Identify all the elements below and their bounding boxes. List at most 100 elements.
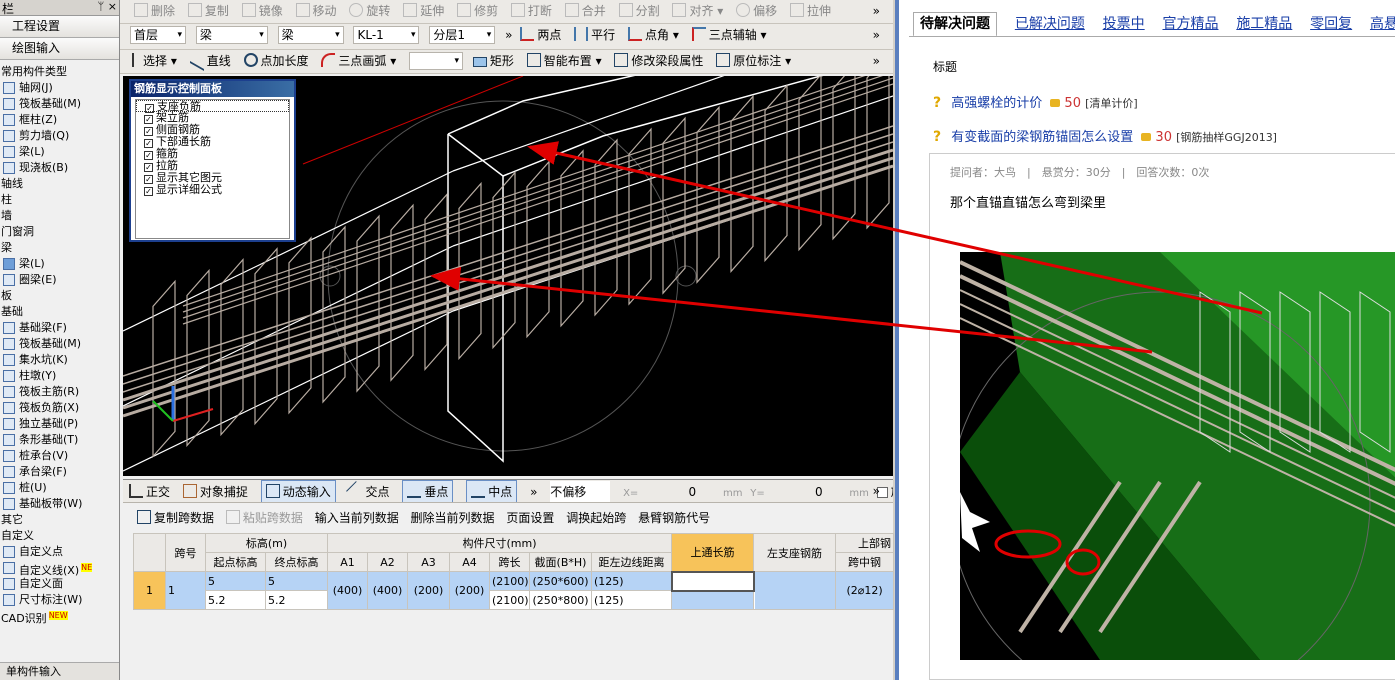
tab-zero-replies[interactable]: 零回复 — [1310, 13, 1352, 35]
checkbox-checked-icon[interactable]: ✓ — [144, 187, 153, 196]
arc-option-select[interactable] — [409, 52, 464, 70]
toolbar3-overflow-icon[interactable]: » — [873, 50, 880, 72]
rebar-checkbox-row[interactable]: ✓ 显示详细公式 — [136, 184, 289, 196]
cell-edge-distance[interactable]: (125) — [590, 571, 673, 591]
checkbox-checked-icon[interactable]: ✓ — [144, 163, 153, 172]
checkbox-checked-icon[interactable]: ✓ — [144, 151, 153, 160]
3d-rebar-viewport[interactable]: 钢筋显示控制面板 ✓ 支座负筋 ✓ 架立筋 ✓ 侧面钢筋 ✓ 下部通长筋 ✓ 箍筋 ✓ 拉筋 ✓ 显示其它… — [123, 76, 893, 476]
align-button[interactable]: 对齐 ▾ — [672, 0, 723, 22]
perpendicular-snap-button[interactable]: 垂点 — [402, 480, 454, 502]
question-tag[interactable]: [清单计价] — [1085, 97, 1138, 110]
y-offset-input[interactable]: 0 — [771, 481, 837, 502]
cell-end-elevation-2[interactable]: 5.2 — [265, 590, 328, 610]
modify-beam-segment-button[interactable]: 修改梁段属性 — [614, 50, 703, 72]
tree-item[interactable]: 自定义面 — [0, 576, 119, 592]
tree-item[interactable]: 桩(U) — [0, 480, 119, 496]
break-button[interactable]: 打断 — [510, 0, 552, 22]
tree-item[interactable]: 集水坑(K) — [0, 352, 119, 368]
tree-category[interactable]: 柱 — [0, 192, 119, 208]
tree-category[interactable]: 基础 — [0, 304, 119, 320]
checkbox-checked-icon[interactable]: ✓ — [144, 175, 153, 184]
cell-start-elevation[interactable]: 5 — [205, 571, 266, 591]
project-settings-button[interactable]: 工程设置 — [0, 16, 119, 38]
tree-category[interactable]: 轴线 — [0, 176, 119, 192]
cell-a4[interactable]: (200) — [449, 571, 490, 610]
cell-span-length[interactable]: (2100) — [489, 571, 530, 591]
cell-end-elevation[interactable]: 5 — [265, 571, 328, 591]
tab-pending[interactable]: 待解决问题 — [913, 12, 997, 37]
question-item[interactable]: ? 高强螺栓的计价 50 [清单计价] — [933, 92, 1138, 111]
tab-solved[interactable]: 已解决问题 — [1015, 13, 1085, 35]
drawing-input-button[interactable]: 绘图输入 — [0, 38, 119, 60]
cell-span-number[interactable]: 1 — [165, 571, 206, 610]
three-point-arc-button[interactable]: 三点画弧 ▾ — [321, 50, 396, 72]
cell-span-length-2[interactable]: (2100) — [489, 590, 530, 610]
tree-item[interactable]: 基础板带(W) — [0, 496, 119, 512]
tree-category[interactable]: 梁 — [0, 240, 119, 256]
tree-category[interactable]: 墙 — [0, 208, 119, 224]
tree-item[interactable]: 筏板负筋(X) — [0, 400, 119, 416]
merge-button[interactable]: 合并 — [564, 0, 606, 22]
type-select[interactable]: 梁 — [277, 26, 344, 44]
select-button[interactable]: 选择 ▾ — [132, 50, 177, 72]
tab-high-reward[interactable]: 高悬 — [1370, 13, 1395, 35]
rotate-button[interactable]: 旋转 — [349, 0, 390, 22]
tree-item[interactable]: 梁(L) — [0, 256, 119, 272]
single-component-input-tab[interactable]: 单构件输入 — [0, 662, 119, 680]
ortho-button[interactable]: 正交 — [129, 481, 170, 502]
x-offset-input[interactable]: 0 — [644, 481, 710, 502]
line-button[interactable]: 直线 — [189, 50, 231, 72]
tree-item[interactable]: 独立基础(P) — [0, 416, 119, 432]
tab-official-picks[interactable]: 官方精品 — [1162, 13, 1218, 35]
cell-a2[interactable]: (400) — [367, 571, 408, 610]
col-header-top-through-bar[interactable]: 上通长筋 — [671, 533, 755, 572]
cell-a1[interactable]: (400) — [327, 571, 368, 610]
checkbox-checked-icon[interactable]: ✓ — [144, 139, 153, 148]
tree-item[interactable]: 自定义线(X) NE — [0, 560, 119, 577]
in-place-annotation-button[interactable]: 原位标注 ▾ — [716, 50, 791, 72]
tree-category[interactable]: 自定义 — [0, 528, 119, 544]
point-angle-button[interactable]: 点角 ▾ — [628, 24, 679, 46]
cell-mid-span-bar[interactable]: (2⌀12) — [835, 571, 895, 610]
move-button[interactable]: 移动 — [295, 0, 337, 22]
cell-top-through-bar-active[interactable] — [670, 570, 755, 592]
tree-category[interactable]: 门窗洞 — [0, 224, 119, 240]
overflow-chevron-icon[interactable]: » — [505, 24, 512, 46]
tree-category[interactable]: 常用构件类型 — [0, 64, 119, 80]
question-item[interactable]: ? 有变截面的梁钢筋锚固怎么设置 30 [钢筋抽样GGJ2013] — [933, 126, 1277, 145]
page-setup-button[interactable]: 页面设置 — [506, 506, 554, 530]
element-select[interactable]: KL-1 — [353, 26, 420, 44]
cell-top-through-bar-2[interactable] — [671, 590, 755, 610]
midpoint-snap-button[interactable]: 中点 — [466, 480, 518, 502]
cell-a3[interactable]: (200) — [407, 571, 450, 610]
category-select[interactable]: 梁 — [195, 26, 268, 44]
checkbox-checked-icon[interactable]: ✓ — [144, 115, 153, 124]
tree-item[interactable]: 圈梁(E) — [0, 272, 119, 288]
trim-button[interactable]: 修剪 — [457, 0, 498, 22]
tree-item[interactable]: 梁(L) — [0, 144, 119, 160]
delete-column-data-button[interactable]: 删除当前列数据 — [411, 506, 495, 530]
tree-item[interactable]: 现浇板(B) — [0, 160, 119, 176]
panel-controls[interactable]: ᛘ × — [98, 0, 117, 13]
parallel-axis-button[interactable]: 平行 — [574, 24, 615, 46]
tree-category[interactable]: 其它 — [0, 512, 119, 528]
snap-bar-overflow-icon[interactable]: » — [873, 480, 880, 502]
stretch-button[interactable]: 拉伸 — [789, 0, 831, 22]
three-point-axis-button[interactable]: 三点辅轴 ▾ — [691, 24, 767, 46]
object-snap-button[interactable]: 对象捕捉 — [182, 481, 248, 502]
cell-start-elevation-2[interactable]: 5.2 — [205, 590, 266, 610]
question-title[interactable]: 有变截面的梁钢筋锚固怎么设置 — [951, 130, 1133, 145]
delete-button[interactable]: 删除 — [134, 0, 175, 22]
cell-edge-distance-2[interactable]: (125) — [590, 590, 673, 610]
cell-left-support-bar[interactable] — [753, 571, 837, 610]
question-tag[interactable]: [钢筋抽样GGJ2013] — [1176, 131, 1277, 144]
tree-category[interactable]: CAD识别 NEW — [0, 608, 119, 625]
beam-span-grid[interactable]: 跨号 标高(m) 构件尺寸(mm) 上通长筋 左支座钢筋 上部钢 起点标高 终点… — [133, 533, 895, 610]
tree-item[interactable]: 自定义点 — [0, 544, 119, 560]
tree-item[interactable]: 承台梁(F) — [0, 464, 119, 480]
snap-overflow-icon[interactable]: » — [530, 481, 537, 502]
tree-item[interactable]: 筏板基础(M) — [0, 96, 119, 112]
toolbar-overflow-icon[interactable]: » — [873, 0, 880, 22]
tree-category[interactable]: 板 — [0, 288, 119, 304]
rectangle-button[interactable]: 矩形 — [472, 50, 514, 72]
